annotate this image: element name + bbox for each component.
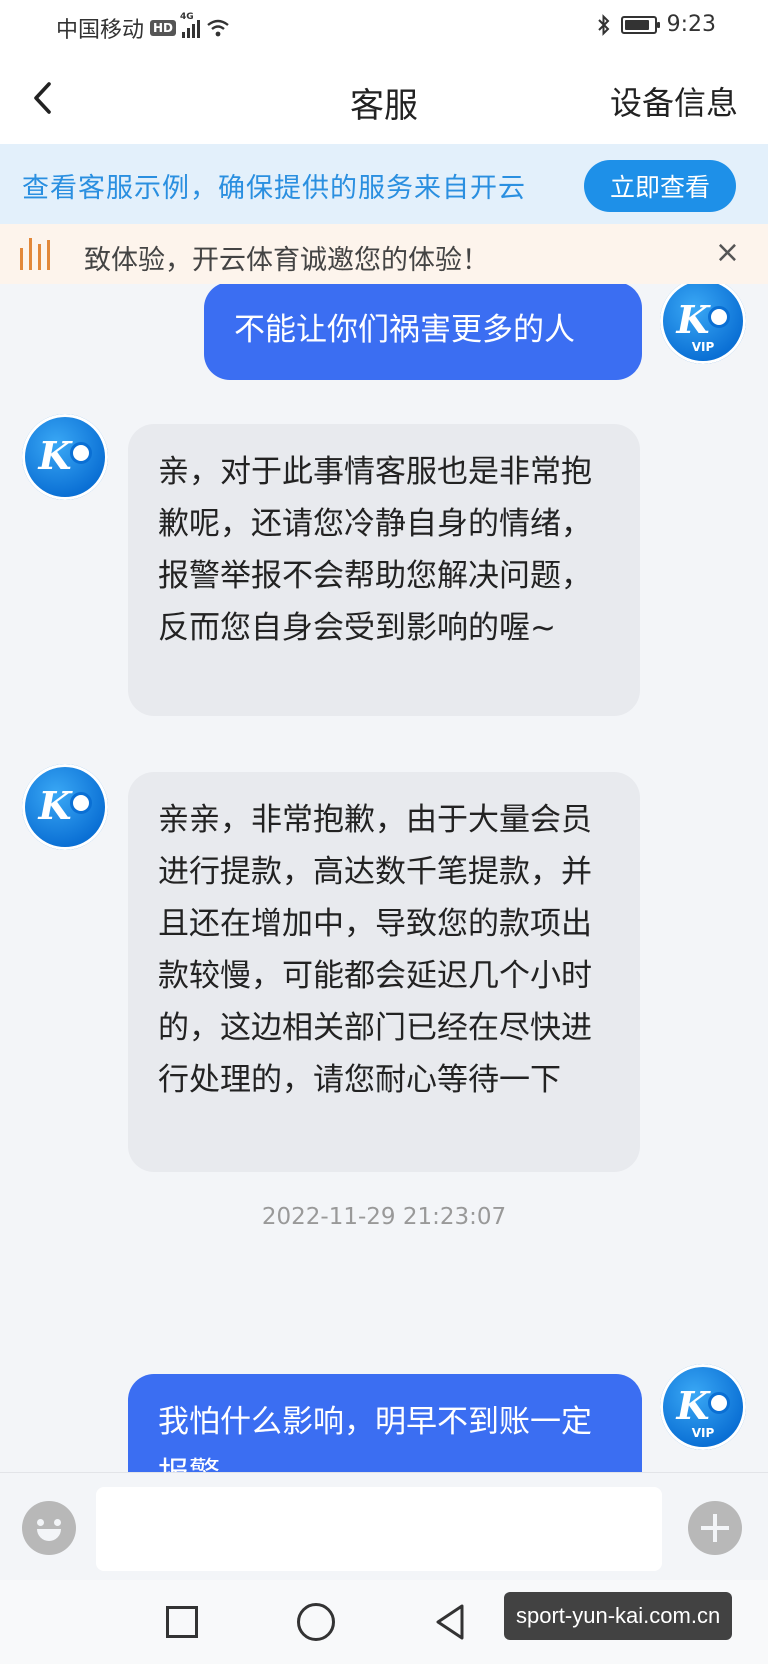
agent-avatar[interactable]: K <box>22 414 108 500</box>
logo-icon: K <box>38 432 71 478</box>
soccer-ball-icon <box>707 306 730 328</box>
network-type-label: 4G <box>180 12 194 22</box>
wifi-icon <box>207 19 229 37</box>
add-icon[interactable] <box>688 1501 742 1555</box>
announcement-marquee: 致体验，开云体育诚邀您的体验！ × <box>0 224 768 284</box>
marquee-text: 致体验，开云体育诚邀您的体验！ <box>84 245 489 276</box>
clock: 9:23 <box>666 12 716 37</box>
app-header: 客服 设备信息 <box>0 52 768 144</box>
square-icon <box>166 1606 198 1638</box>
signal-icon: 4G <box>180 12 201 38</box>
promo-banner: 查看客服示例，确保提供的服务来自开云 立即查看 <box>0 144 768 224</box>
soccer-ball-icon <box>707 1392 730 1414</box>
logo-icon: K <box>676 296 709 342</box>
promo-text: 查看客服示例，确保提供的服务来自开云 <box>22 173 526 204</box>
soccer-ball-icon <box>69 442 92 464</box>
nav-back-button[interactable] <box>428 1600 472 1644</box>
soccer-ball-icon <box>69 792 92 814</box>
triangle-back-icon <box>436 1604 464 1640</box>
message-input[interactable] <box>96 1487 662 1571</box>
agent-message-bubble: 亲，对于此事情客服也是非常抱歉呢，还请您冷静自身的情绪，报警举报不会帮助您解决问… <box>128 424 640 716</box>
chat-area[interactable]: 不能让你们祸害更多的人 K VIP K 亲，对于此事情客服也是非常抱歉呢，还请您… <box>0 284 768 1472</box>
logo-icon: K <box>38 782 71 828</box>
message-text: 亲，对于此事情客服也是非常抱歉呢，还请您冷静自身的情绪，报警举报不会帮助您解决问… <box>158 454 592 646</box>
message-text: 亲亲，非常抱歉，由于大量会员进行提款，高达数千笔提款，并且还在增加中，导致您的款… <box>158 802 592 1098</box>
status-left: 中国移动 HD 4G <box>56 12 230 44</box>
home-button[interactable] <box>294 1600 338 1644</box>
close-icon[interactable]: × <box>715 238 740 268</box>
view-now-button[interactable]: 立即查看 <box>584 160 736 212</box>
message-text: 不能让你们祸害更多的人 <box>234 312 575 348</box>
announcement-icon <box>20 238 50 270</box>
vip-label: VIP <box>691 340 715 354</box>
input-bar <box>0 1472 768 1580</box>
user-message-bubble: 我怕什么影响，明早不到账一定报警 <box>128 1374 642 1472</box>
user-avatar[interactable]: K VIP <box>660 284 746 364</box>
agent-message-bubble: 亲亲，非常抱歉，由于大量会员进行提款，高达数千笔提款，并且还在增加中，导致您的款… <box>128 772 640 1172</box>
user-message-bubble: 不能让你们祸害更多的人 <box>204 284 642 380</box>
device-info-button[interactable]: 设备信息 <box>610 78 738 124</box>
logo-icon: K <box>676 1382 709 1428</box>
message-text: 我怕什么影响，明早不到账一定报警 <box>158 1404 592 1472</box>
vip-label: VIP <box>691 1426 715 1440</box>
message-timestamp: 2022-11-29 21:23:07 <box>261 1204 507 1230</box>
status-bar: 中国移动 HD 4G 9:23 <box>0 0 768 52</box>
carrier-label: 中国移动 <box>56 18 145 43</box>
circle-icon <box>297 1603 335 1641</box>
bluetooth-icon <box>597 13 610 36</box>
status-right: 9:23 <box>597 12 716 37</box>
emoji-icon[interactable] <box>22 1501 76 1555</box>
battery-icon <box>620 15 660 34</box>
watermark: sport-yun-kai.com.cn <box>504 1592 733 1640</box>
user-avatar[interactable]: K VIP <box>660 1364 746 1450</box>
recent-apps-button[interactable] <box>160 1600 204 1644</box>
hd-badge: HD <box>150 20 177 36</box>
agent-avatar[interactable]: K <box>22 764 108 850</box>
